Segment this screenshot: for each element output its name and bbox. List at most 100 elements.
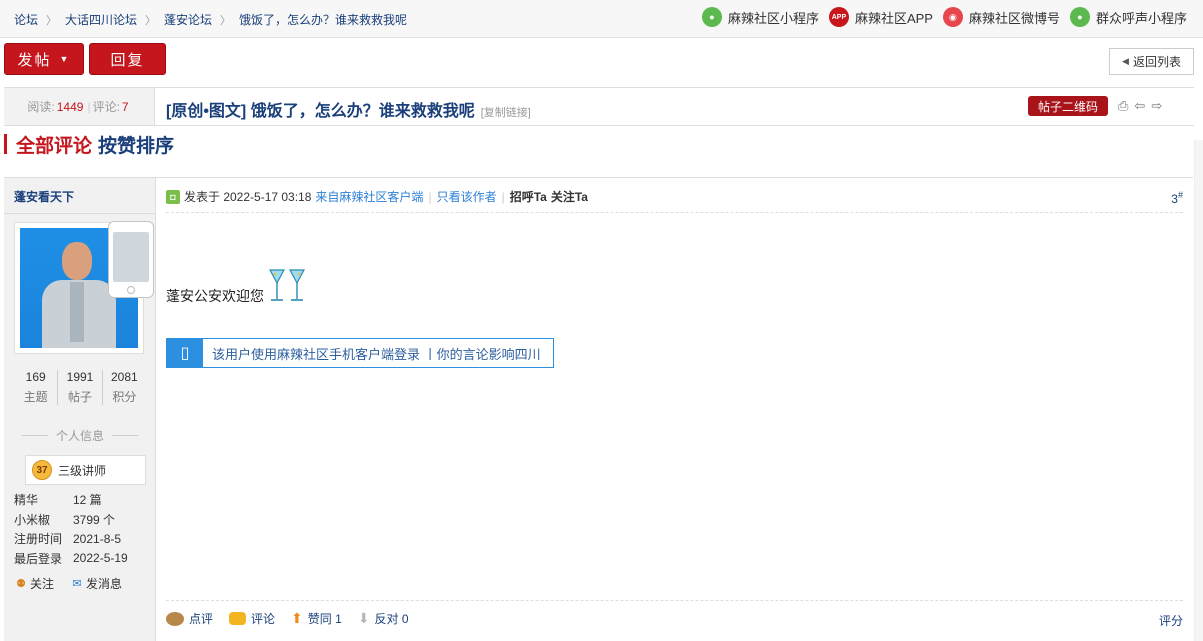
copy-link[interactable]: [复制链接] bbox=[481, 107, 531, 119]
post-time: 发表于 2022-5-17 03:18 bbox=[184, 190, 312, 204]
caret-down-icon: ▼ bbox=[59, 54, 71, 64]
voice-mini-program-label: 群众呼声小程序 bbox=[1095, 10, 1187, 26]
phone-home-button bbox=[127, 286, 135, 294]
fact-row: 注册时间 2021-8-5 bbox=[14, 529, 128, 549]
comments-count: 7 bbox=[121, 99, 129, 114]
mini-program-label: 麻辣社区小程序 bbox=[727, 10, 819, 26]
breadcrumb: 论坛 〉 大话四川论坛 〉 蓬安论坛 〉 饿饭了，怎么办？谁来救救我呢 bbox=[14, 11, 407, 28]
follow-ta-link[interactable]: 关注Ta bbox=[551, 188, 588, 205]
comments-heading: 全部评论 按赞排序 bbox=[4, 131, 174, 158]
author-divider bbox=[4, 213, 155, 214]
floor-number[interactable]: 3# bbox=[1171, 190, 1183, 206]
fact-row: 精华 12 篇 bbox=[14, 490, 128, 510]
stat-points[interactable]: 2081 积分 bbox=[103, 370, 146, 405]
author-stats: 169 主题 1991 帖子 2081 积分 bbox=[14, 370, 146, 405]
fact-value: 3799 个 bbox=[73, 512, 116, 527]
stat-value: 2081 bbox=[110, 370, 138, 384]
oppose-label: 反对 bbox=[374, 612, 399, 626]
stat-threads[interactable]: 169 主题 bbox=[14, 370, 59, 405]
wechat-icon: ● bbox=[1069, 7, 1090, 27]
footer-divider-line bbox=[166, 600, 1183, 601]
fact-key: 注册时间 bbox=[14, 532, 63, 547]
personal-info-heading: 个人信息 bbox=[14, 427, 146, 444]
back-to-list-label: 返回列表 bbox=[1132, 55, 1181, 69]
author-actions: ⚉ 关注 ✉ 发消息 bbox=[14, 575, 138, 592]
post-button-label: 发帖 bbox=[17, 51, 52, 69]
follow-author-button[interactable]: ⚉ 关注 bbox=[14, 575, 54, 592]
prev-thread-icon[interactable]: ⇦ bbox=[1134, 98, 1145, 114]
arrow-down-icon: ⬇ bbox=[357, 610, 370, 626]
rank-title: 三级讲师 bbox=[58, 463, 107, 478]
avatar-head bbox=[62, 242, 92, 280]
wechat-icon: ● bbox=[701, 7, 722, 27]
send-message-button[interactable]: ✉ 发消息 bbox=[70, 575, 122, 592]
voice-mini-program-link[interactable]: ● 群众呼声小程序 bbox=[1069, 7, 1187, 27]
print-icon[interactable]: ⎙ bbox=[1118, 98, 1128, 114]
stat-posts[interactable]: 1991 帖子 bbox=[58, 370, 103, 405]
rate-button[interactable]: 评分 bbox=[1159, 612, 1183, 629]
comments-label: 评论: bbox=[92, 100, 120, 114]
floor-value: 3 bbox=[1171, 192, 1178, 206]
heading-marker bbox=[4, 134, 7, 154]
breadcrumb-pengan[interactable]: 蓬安论坛 bbox=[164, 11, 212, 28]
only-author-link[interactable]: 只看该作者 bbox=[437, 188, 497, 205]
thread-title-text: [原创•图文] 饿饭了，怎么办？谁来救救我呢 bbox=[166, 103, 475, 120]
rank-badge: 37 三级讲师 bbox=[25, 455, 146, 485]
author-name[interactable]: 蓬安看天下 bbox=[14, 188, 74, 205]
next-thread-icon[interactable]: ⇨ bbox=[1151, 98, 1162, 114]
greet-link[interactable]: 招呼Ta bbox=[510, 188, 547, 205]
author-sidebar: 蓬安看天下 169 主题 1991 帖子 2081 积分 个人信息 37 三级讲… bbox=[4, 178, 156, 641]
breadcrumb-sep-icon: 〉 bbox=[145, 14, 157, 27]
sort-by-likes-tab[interactable]: 按赞排序 bbox=[98, 131, 174, 158]
post-button[interactable]: 发帖 ▼ bbox=[4, 43, 84, 75]
meta-divider: | bbox=[501, 189, 505, 204]
author-facts: 精华 12 篇 小米椒 3799 个 注册时间 2021-8-5 最后登录 2022-5… bbox=[14, 490, 128, 568]
follow-label: 关注 bbox=[30, 577, 55, 591]
thread-tools: ⎙ ⇦ ⇨ bbox=[1118, 98, 1168, 114]
post-footer-actions: 点评 评论 ⬆ 赞同 1 ⬇ 反对 0 bbox=[166, 610, 425, 627]
agree-button[interactable]: ⬆ 赞同 1 bbox=[291, 610, 342, 627]
thread-title: [原创•图文] 饿饭了，怎么办？谁来救救我呢 [复制链接] bbox=[166, 97, 531, 121]
back-to-list-button[interactable]: ◀ 返回列表 bbox=[1109, 48, 1194, 75]
breadcrumb-thread[interactable]: 饿饭了，怎么办？谁来救救我呢 bbox=[239, 11, 407, 28]
follow-icon: ⚉ bbox=[16, 578, 26, 590]
triangle-left-icon: ◀ bbox=[1122, 56, 1129, 66]
comment-button[interactable]: 评论 bbox=[229, 610, 275, 627]
stat-label: 帖子 bbox=[67, 390, 92, 404]
breadcrumb-sichuan[interactable]: 大话四川论坛 bbox=[65, 11, 137, 28]
fact-key: 精华 bbox=[14, 493, 39, 508]
vertical-scrollbar[interactable] bbox=[1194, 140, 1203, 641]
weibo-label: 麻辣社区微博号 bbox=[968, 10, 1060, 26]
oppose-button[interactable]: ⬇ 反对 0 bbox=[358, 610, 409, 627]
app-link[interactable]: APP 麻辣社区APP bbox=[828, 7, 933, 27]
all-comments-tab[interactable]: 全部评论 bbox=[16, 131, 92, 158]
stat-label: 积分 bbox=[112, 390, 137, 404]
fact-row: 小米椒 3799 个 bbox=[14, 510, 128, 530]
comment-point-button[interactable]: 点评 bbox=[166, 610, 213, 627]
reply-button[interactable]: 回复 bbox=[89, 43, 166, 75]
breadcrumb-forum[interactable]: 论坛 bbox=[14, 11, 38, 28]
qr-code-button[interactable]: 帖子二维码 bbox=[1028, 96, 1108, 116]
comment-point-label: 点评 bbox=[189, 612, 214, 626]
floor-sup: # bbox=[1177, 190, 1183, 200]
stat-value: 1991 bbox=[66, 370, 94, 384]
agree-count: 1 bbox=[335, 611, 342, 626]
post-floor-3: 蓬安看天下 169 主题 1991 帖子 2081 积分 个人信息 37 三级讲… bbox=[4, 177, 1193, 641]
weibo-link[interactable]: ◉ 麻辣社区微博号 bbox=[942, 7, 1060, 27]
mini-program-link[interactable]: ● 麻辣社区小程序 bbox=[701, 7, 819, 27]
post-source[interactable]: 来自麻辣社区客户端 bbox=[315, 188, 423, 205]
fact-row: 最后登录 2022-5-19 bbox=[14, 549, 128, 569]
personal-info-label: 个人信息 bbox=[56, 429, 105, 443]
stats-divider: | bbox=[87, 99, 91, 114]
divider bbox=[112, 435, 139, 436]
top-bar: 论坛 〉 大话四川论坛 〉 蓬安论坛 〉 饿饭了，怎么办？谁来救救我呢 ● 麻辣… bbox=[0, 0, 1203, 38]
mobile-client-notice[interactable]: ▯ 该用户使用麻辣社区手机客户端登录 丨你的言论影响四川 bbox=[166, 338, 554, 368]
arrow-up-icon: ⬆ bbox=[291, 610, 303, 626]
agree-label: 赞同 bbox=[307, 612, 332, 626]
breadcrumb-sep-icon: 〉 bbox=[220, 14, 232, 27]
thread-stats: 阅读: 1449 | 评论: 7 bbox=[4, 88, 155, 125]
views-count: 1449 bbox=[56, 99, 84, 114]
breadcrumb-sep-icon: 〉 bbox=[46, 14, 58, 27]
coffee-cup-icon bbox=[166, 611, 184, 626]
fact-key: 最后登录 bbox=[14, 551, 63, 566]
